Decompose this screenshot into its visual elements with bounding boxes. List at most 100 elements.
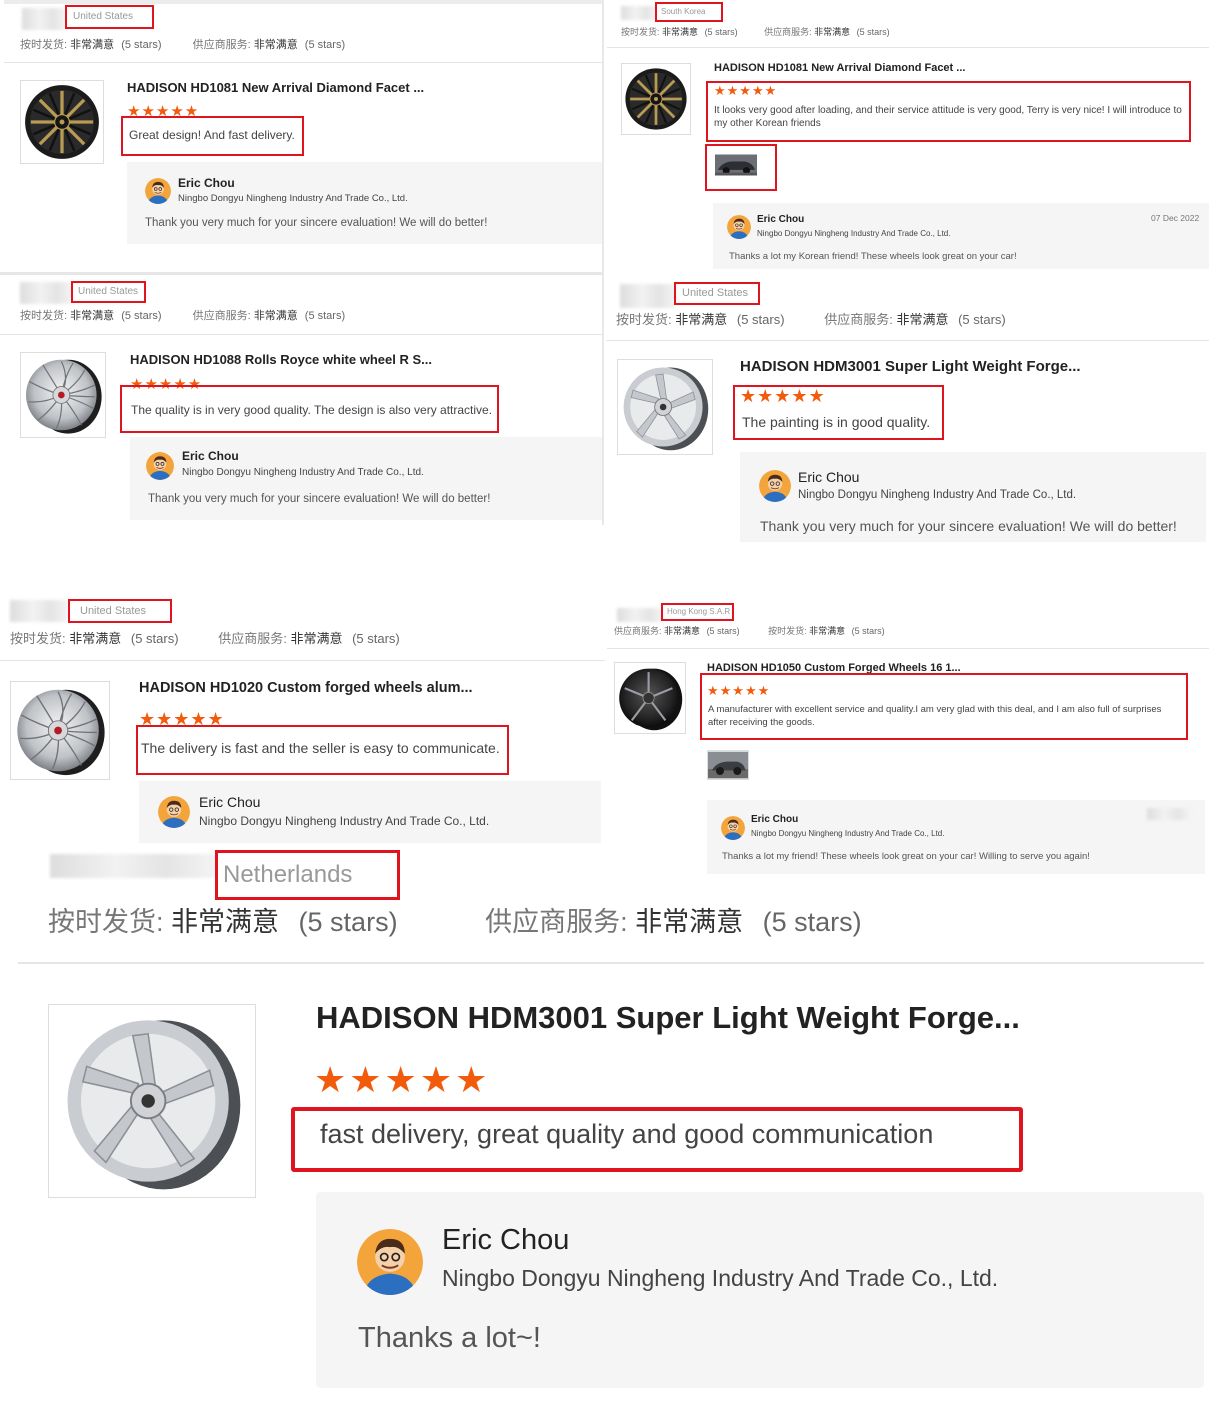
product-thumbnail[interactable] — [621, 63, 691, 135]
rating-summary: 按时发货: 非常满意 (5 stars) 供应商服务: 非常满意 (5 star… — [48, 900, 862, 939]
delivery-label: 按时发货: — [48, 907, 164, 937]
seller-company: Ningbo Dongyu Ningheng Industry And Trad… — [798, 489, 1077, 501]
delivery-value: 非常满意 — [171, 907, 280, 937]
delivery-label: 按时发货: — [20, 310, 68, 322]
service-label: 供应商服务: — [764, 27, 812, 37]
delivery-stars: (5 stars) — [851, 626, 885, 636]
seller-reply-text: Thank you very much for your sincere eva… — [148, 493, 491, 505]
product-thumbnail[interactable] — [48, 1004, 256, 1198]
product-title[interactable]: HADISON HD1081 New Arrival Diamond Facet… — [127, 80, 424, 95]
delivery-label: 按时发货: — [621, 27, 660, 37]
review-card: Netherlands 按时发货: 非常满意 (5 stars) 供应商服务: … — [0, 844, 1209, 1408]
service-label: 供应商服务: — [192, 39, 251, 51]
product-title[interactable]: HADISON HDM3001 Super Light Weight Forge… — [316, 1000, 1020, 1036]
delivery-label: 按时发货: — [616, 312, 672, 327]
seller-avatar — [357, 1229, 423, 1295]
column-divider — [602, 0, 604, 275]
rating-summary: 按时发货: 非常满意 (5 stars) 供应商服务: 非常满意 (5 star… — [20, 307, 345, 323]
rating-summary: 按时发货: 非常满意 (5 stars) 供应商服务: 非常满意 (5 star… — [10, 628, 400, 647]
service-value: 非常满意 — [253, 310, 298, 322]
product-title[interactable]: HADISON HD1088 Rolls Royce white wheel R… — [130, 352, 432, 367]
seller-avatar — [146, 452, 174, 480]
review-card: Hong Kong S.A.R 供应商服务: 非常满意 (5 stars) 按时… — [607, 596, 1209, 878]
seller-reply: Eric Chou Ningbo Dongyu Ningheng Industr… — [130, 437, 602, 520]
seller-reply: Eric Chou Ningbo Dongyu Ningheng Industr… — [127, 162, 604, 244]
service-value: 非常满意 — [290, 631, 343, 646]
delivery-value: 非常满意 — [662, 27, 699, 37]
review-card: United States 按时发货: 非常满意 (5 stars) 供应商服务… — [0, 590, 605, 848]
review-photo[interactable] — [707, 750, 749, 780]
delivery-stars: (5 stars) — [121, 39, 162, 51]
buyer-country: South Korea — [655, 2, 723, 22]
review-card: South Korea 按时发货: 非常满意 (5 stars) 供应商服务: … — [607, 0, 1209, 272]
service-stars: (5 stars) — [304, 310, 346, 322]
star-rating: ★★★★★ — [314, 1059, 491, 1100]
rating-summary: 按时发货: 非常满意 (5 stars) 供应商服务: 非常满意 (5 star… — [621, 25, 890, 38]
buyer-country: United States — [71, 281, 146, 303]
buyer-name-blurred — [621, 6, 657, 20]
seller-reply: Eric Chou Ningbo Dongyu Ningheng Industr… — [740, 452, 1206, 542]
seller-company: Ningbo Dongyu Ningheng Industry And Trad… — [442, 1265, 999, 1291]
column-divider — [602, 275, 604, 525]
seller-company: Ningbo Dongyu Ningheng Industry And Trad… — [178, 193, 408, 204]
service-value: 非常满意 — [635, 907, 744, 937]
product-thumbnail[interactable] — [10, 681, 110, 780]
divider — [4, 62, 604, 63]
service-label: 供应商服务: — [192, 310, 251, 322]
delivery-label: 按时发货: — [768, 626, 807, 636]
review-card: United States 按时发货: 非常满意 (5 stars) 供应商服务… — [0, 272, 602, 524]
seller-reply-text: Thanks a lot~! — [358, 1322, 541, 1354]
product-thumbnail[interactable] — [20, 80, 104, 164]
buyer-country: United States — [65, 5, 154, 29]
product-thumbnail[interactable] — [614, 662, 686, 734]
delivery-value: 非常满意 — [675, 312, 728, 327]
delivery-value: 非常满意 — [70, 310, 115, 322]
service-value: 非常满意 — [814, 27, 851, 37]
service-label: 供应商服务: — [614, 626, 662, 636]
divider — [18, 962, 1204, 964]
seller-reply: Eric Chou Ningbo Dongyu Ningheng Industr… — [316, 1192, 1204, 1388]
service-value: 非常满意 — [253, 39, 298, 51]
buyer-country: Netherlands — [215, 850, 400, 900]
delivery-stars: (5 stars) — [704, 27, 738, 37]
delivery-stars: (5 stars) — [121, 310, 162, 322]
delivery-label: 按时发货: — [10, 631, 66, 646]
buyer-name-blurred — [617, 608, 663, 622]
buyer-country: United States — [674, 282, 760, 305]
review-text: fast delivery, great quality and good co… — [291, 1107, 1023, 1172]
divider — [0, 334, 602, 335]
product-thumbnail[interactable] — [20, 352, 106, 438]
seller-reply-text: Thank you very much for your sincere eva… — [760, 518, 1177, 534]
seller-avatar — [721, 816, 745, 840]
seller-company: Ningbo Dongyu Ningheng Industry And Trad… — [751, 829, 945, 838]
seller-name: Eric Chou — [199, 794, 261, 810]
seller-name: Eric Chou — [757, 214, 805, 225]
product-thumbnail[interactable] — [617, 359, 713, 455]
service-stars: (5 stars) — [762, 907, 862, 937]
service-value: 非常满意 — [896, 312, 949, 327]
divider — [607, 648, 1209, 649]
divider — [606, 340, 1209, 341]
product-title[interactable]: HADISON HD1020 Custom forged wheels alum… — [139, 680, 473, 696]
service-stars: (5 stars) — [352, 631, 400, 646]
delivery-value: 非常满意 — [809, 626, 846, 636]
review-text: The painting is in good quality. — [733, 385, 944, 440]
delivery-stars: (5 stars) — [736, 312, 785, 327]
product-title[interactable]: HADISON HD1081 New Arrival Diamond Facet… — [714, 62, 965, 74]
rating-summary: 按时发货: 非常满意 (5 stars) 供应商服务: 非常满意 (5 star… — [616, 309, 1006, 328]
top-border — [0, 272, 602, 275]
review-card: United States 按时发货: 非常满意 (5 stars) 供应商服务… — [606, 276, 1209, 548]
buyer-country: Hong Kong S.A.R — [661, 603, 734, 621]
product-title[interactable]: HADISON HDM3001 Super Light Weight Forge… — [740, 358, 1081, 375]
seller-reply: Eric Chou Ningbo Dongyu Ningheng Industr… — [139, 781, 601, 843]
service-stars: (5 stars) — [958, 312, 1006, 327]
seller-avatar — [145, 178, 171, 204]
seller-reply-text: Thanks a lot my Korean friend! These whe… — [729, 251, 1017, 262]
buyer-name-blurred — [10, 600, 68, 622]
seller-reply-text: Thank you very much for your sincere eva… — [145, 217, 488, 229]
delivery-value: 非常满意 — [70, 39, 115, 51]
seller-company: Ningbo Dongyu Ningheng Industry And Trad… — [199, 814, 490, 828]
car-photo — [715, 154, 757, 176]
buyer-name-blurred — [620, 284, 676, 308]
review-photo[interactable] — [705, 144, 777, 191]
